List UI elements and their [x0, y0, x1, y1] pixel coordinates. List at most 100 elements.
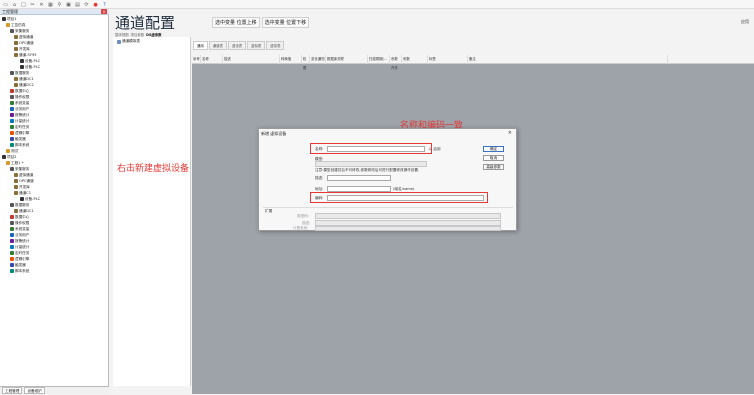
- device-icon: [117, 39, 121, 44]
- node-icon: [14, 41, 18, 45]
- tab-virtual-table[interactable]: 虚拟表: [247, 41, 266, 50]
- tree-node[interactable]: 脚本系统: [10, 268, 29, 274]
- divider: [263, 207, 513, 208]
- column-header[interactable]: 描述: [223, 55, 280, 64]
- name-highlight: [310, 143, 432, 154]
- column-header[interactable]: 系数开关: [390, 55, 402, 70]
- node-icon: [10, 257, 14, 261]
- column-header[interactable]: 标签: [428, 55, 468, 64]
- tab-device-table[interactable]: 虚设表: [227, 41, 247, 50]
- node-icon: [14, 173, 18, 177]
- close-icon[interactable]: ×: [101, 9, 107, 14]
- dialog-title: 新增 虚拟设备: [261, 131, 287, 136]
- node-icon: [10, 233, 14, 237]
- column-header[interactable]: 系数: [402, 55, 428, 64]
- save-icon[interactable]: ▣: [65, 1, 72, 8]
- node-icon: [14, 47, 18, 51]
- column-header[interactable]: 转换值: [280, 55, 302, 64]
- tab-general[interactable]: 通用: [193, 41, 208, 50]
- help-icon[interactable]: ?: [101, 1, 108, 8]
- node-icon: [10, 125, 14, 129]
- node-icon: [14, 179, 18, 183]
- node-icon: [10, 239, 14, 243]
- node-icon: [14, 83, 18, 87]
- node-icon: [10, 269, 14, 273]
- column-header[interactable]: 名称: [201, 55, 223, 64]
- node-icon: [10, 113, 14, 117]
- node-icon: [14, 53, 18, 57]
- node-icon: [10, 167, 14, 171]
- node-icon: [10, 137, 14, 141]
- node-icon: [10, 215, 14, 219]
- node-icon: [10, 143, 14, 147]
- node-icon: [10, 101, 14, 105]
- saveas-icon[interactable]: ▤: [74, 1, 81, 8]
- close-icon[interactable]: ×: [508, 130, 512, 136]
- node-icon: [14, 185, 18, 189]
- grid-header: 序号 名称 描述 转换值 权限 变化通知 数据库关联 扫描周期(... 系数开关 系数 标签 备注: [192, 55, 754, 70]
- page-title: 通道配置: [115, 14, 176, 32]
- content-tabs: 通用 通道表 虚设表 虚拟表 虚拟表: [193, 41, 285, 50]
- node-icon: [10, 221, 14, 225]
- cancel-button[interactable]: 取消: [483, 155, 504, 161]
- refresh-icon[interactable]: ⟳: [83, 1, 90, 8]
- apply-link[interactable]: 应用: [741, 19, 749, 25]
- advanced-params-button[interactable]: 高级参数: [483, 164, 504, 170]
- code-highlight: [310, 192, 488, 203]
- annotation-right-click: 右击新建虚拟设备: [117, 164, 190, 174]
- node-icon: [10, 107, 14, 111]
- add-virtual-device-dialog: 新增 虚拟设备 × 名称: ☑ 启用 模型: 注意:模型创建仿后不可修改,参数修…: [258, 128, 517, 231]
- node-icon: [14, 35, 18, 39]
- tab-channel-table[interactable]: 通道表: [208, 41, 227, 50]
- ext-count-input[interactable]: [315, 226, 501, 231]
- subtab-ds-params[interactable]: DS虚参数: [146, 32, 161, 37]
- node-icon: [10, 89, 14, 93]
- node-icon: [6, 23, 10, 27]
- folder-icon[interactable]: ▭: [2, 1, 9, 8]
- chart-icon[interactable]: ▦: [47, 1, 54, 8]
- column-header[interactable]: 变化通知: [310, 55, 326, 64]
- open-icon[interactable]: ⌂: [11, 1, 18, 8]
- node-icon: [20, 197, 24, 201]
- tab-device-maintain[interactable]: 设备维护: [24, 387, 45, 394]
- tab-virtual-table-2[interactable]: 虚拟表: [266, 41, 285, 50]
- node-icon: [20, 65, 24, 69]
- desc-label: 描述:: [315, 176, 324, 180]
- new-icon[interactable]: □: [20, 1, 27, 8]
- node-icon: [10, 245, 14, 249]
- node-icon: [10, 227, 14, 231]
- bottom-tabs: 工程管理 设备维护: [0, 386, 109, 394]
- move-up-button[interactable]: 选中变量 位置上移: [212, 17, 260, 28]
- tab-project-manage[interactable]: 工程管理: [2, 387, 23, 394]
- column-header[interactable]: 序号: [192, 55, 201, 64]
- subtab-project-params[interactable]: 项目参数: [131, 32, 145, 37]
- top-actions: 选中变量 位置上移 选中变量 位置下移: [212, 17, 310, 28]
- ext-count-label: 计数系统:: [293, 226, 309, 230]
- cut-icon[interactable]: ✂: [29, 1, 36, 8]
- template-select[interactable]: [315, 161, 427, 167]
- column-header[interactable]: 扫描周期(...: [368, 55, 390, 64]
- delete-icon[interactable]: ✕: [38, 1, 45, 8]
- stop-icon[interactable]: ●: [92, 1, 99, 8]
- project-panel: 工程管理 × 项目1 工控仿真 采集服务 虚拟通道 OPC通道 开发库 通道-SY95 设备-…: [0, 9, 109, 386]
- column-header[interactable]: 备注: [468, 55, 668, 64]
- node-icon: [10, 251, 14, 255]
- column-header[interactable]: 数据库关联: [326, 55, 368, 64]
- desc-input[interactable]: [327, 175, 391, 181]
- ext-type-input[interactable]: [315, 213, 501, 219]
- node-icon: [2, 155, 6, 159]
- column-header[interactable]: 权限: [302, 55, 310, 70]
- tree-node-label: 脚本系统: [15, 269, 30, 273]
- node-icon: [6, 149, 10, 153]
- filter-icon[interactable]: ⚲: [56, 1, 63, 8]
- ok-button[interactable]: 确定: [483, 146, 504, 152]
- node-icon: [10, 263, 14, 267]
- subtabs: 整体视图 项目参数 DS虚参数: [115, 32, 162, 37]
- channel-pane: [113, 37, 191, 386]
- channel-list-item[interactable]: 通道模拟表: [117, 39, 140, 44]
- subtab-overview[interactable]: 整体视图: [115, 32, 129, 37]
- node-icon: [14, 209, 18, 213]
- node-icon: [10, 119, 14, 123]
- move-down-button[interactable]: 选中变量 位置下移: [261, 17, 310, 28]
- panel-title: 工程管理: [0, 9, 109, 15]
